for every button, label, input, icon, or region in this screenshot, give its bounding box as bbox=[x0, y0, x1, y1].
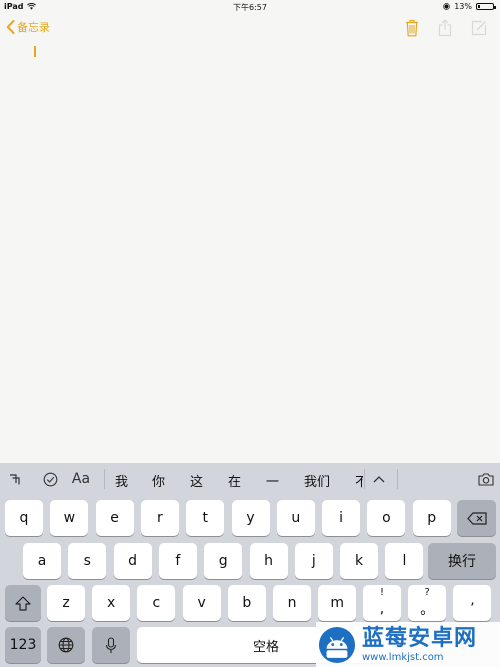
suggestion-word[interactable]: 在 bbox=[228, 471, 241, 490]
key-sub-label: ! bbox=[379, 587, 384, 598]
trash-icon[interactable] bbox=[402, 18, 422, 38]
key-g[interactable]: g bbox=[204, 543, 243, 579]
key-sub-label: ? bbox=[424, 587, 430, 598]
key-d[interactable]: d bbox=[113, 543, 152, 579]
android-robot-logo bbox=[318, 626, 356, 663]
suggestion-word[interactable]: 你 bbox=[152, 471, 165, 490]
suggestion-word[interactable]: 不 bbox=[355, 471, 363, 490]
key-p[interactable]: p bbox=[412, 500, 451, 536]
suggestion-bar: Aa 我 你 这 在 一 我们 不 bbox=[0, 463, 500, 495]
delete-key[interactable] bbox=[457, 500, 496, 536]
key-k[interactable]: k bbox=[340, 543, 379, 579]
status-bar: iPad 下午6:57 13% bbox=[0, 0, 500, 14]
key-main-label: ’ bbox=[470, 601, 475, 617]
camera-icon[interactable] bbox=[476, 470, 496, 488]
key-z[interactable]: z bbox=[47, 585, 85, 621]
key-t[interactable]: t bbox=[186, 500, 225, 536]
key-main-label: , bbox=[379, 601, 385, 617]
status-time: 下午6:57 bbox=[233, 3, 267, 12]
divider bbox=[364, 469, 365, 489]
divider bbox=[104, 469, 105, 489]
share-icon[interactable] bbox=[435, 18, 455, 38]
key-a[interactable]: a bbox=[23, 543, 61, 579]
battery-percent: 13% bbox=[454, 2, 472, 11]
punctuation-key[interactable]: ’ bbox=[453, 585, 492, 621]
microphone-icon bbox=[105, 636, 117, 653]
suggestion-word[interactable]: 我 bbox=[115, 471, 128, 490]
back-label: 备忘录 bbox=[17, 21, 50, 34]
note-editor[interactable] bbox=[0, 42, 500, 463]
watermark-url: www.lmkjst.com bbox=[362, 651, 444, 663]
key-i[interactable]: i bbox=[322, 500, 361, 536]
shift-arrow-icon bbox=[15, 595, 31, 611]
key-b[interactable]: b bbox=[227, 585, 266, 621]
key-h[interactable]: h bbox=[249, 543, 288, 579]
globe-key[interactable] bbox=[47, 627, 85, 663]
suggestion-word[interactable]: 一 bbox=[266, 471, 279, 490]
watermark: 蓝莓安卓网 www.lmkjst.com bbox=[316, 622, 500, 667]
key-j[interactable]: j bbox=[294, 543, 333, 579]
key-q[interactable]: q bbox=[5, 500, 43, 536]
nav-bar: 备忘录 bbox=[0, 14, 500, 42]
delete-icon bbox=[466, 511, 487, 525]
watermark-brand: 蓝莓安卓网 bbox=[362, 625, 478, 651]
return-key[interactable]: 换行 bbox=[428, 543, 496, 579]
checkmark-circle-icon[interactable] bbox=[41, 470, 59, 488]
key-x[interactable]: x bbox=[92, 585, 131, 621]
text-format-button[interactable]: Aa bbox=[70, 470, 92, 488]
key-o[interactable]: o bbox=[367, 500, 406, 536]
punctuation-key[interactable]: ?。 bbox=[408, 585, 447, 621]
globe-icon bbox=[58, 637, 74, 653]
key-main-label: 。 bbox=[420, 602, 435, 618]
key-n[interactable]: n bbox=[273, 585, 311, 621]
key-y[interactable]: y bbox=[231, 500, 270, 536]
suggestion-word[interactable]: 我们 bbox=[304, 471, 330, 490]
key-e[interactable]: e bbox=[95, 500, 134, 536]
key-v[interactable]: v bbox=[182, 585, 221, 621]
chevron-left-icon bbox=[6, 20, 15, 34]
back-button[interactable]: 备忘录 bbox=[6, 19, 50, 35]
numbers-key[interactable]: 123 bbox=[5, 627, 41, 663]
key-s[interactable]: s bbox=[68, 543, 107, 579]
compose-icon[interactable] bbox=[469, 18, 489, 38]
divider bbox=[397, 469, 398, 489]
key-f[interactable]: f bbox=[158, 543, 197, 579]
punctuation-key[interactable]: !, bbox=[363, 585, 401, 621]
text-cursor bbox=[34, 46, 36, 57]
suggestion-word[interactable]: 这 bbox=[190, 471, 203, 490]
key-u[interactable]: u bbox=[276, 500, 315, 536]
key-m[interactable]: m bbox=[318, 585, 357, 621]
shift-key[interactable] bbox=[5, 585, 41, 621]
location-icon bbox=[443, 3, 451, 10]
battery-level bbox=[478, 5, 480, 8]
key-c[interactable]: c bbox=[137, 585, 176, 621]
dictation-key[interactable] bbox=[92, 627, 130, 663]
key-w[interactable]: w bbox=[50, 500, 89, 536]
battery-icon bbox=[476, 3, 496, 10]
key-l[interactable]: l bbox=[385, 543, 424, 579]
key-r[interactable]: r bbox=[140, 500, 179, 536]
chevron-up-icon[interactable] bbox=[370, 470, 388, 488]
checklist-format-icon[interactable] bbox=[6, 470, 24, 488]
